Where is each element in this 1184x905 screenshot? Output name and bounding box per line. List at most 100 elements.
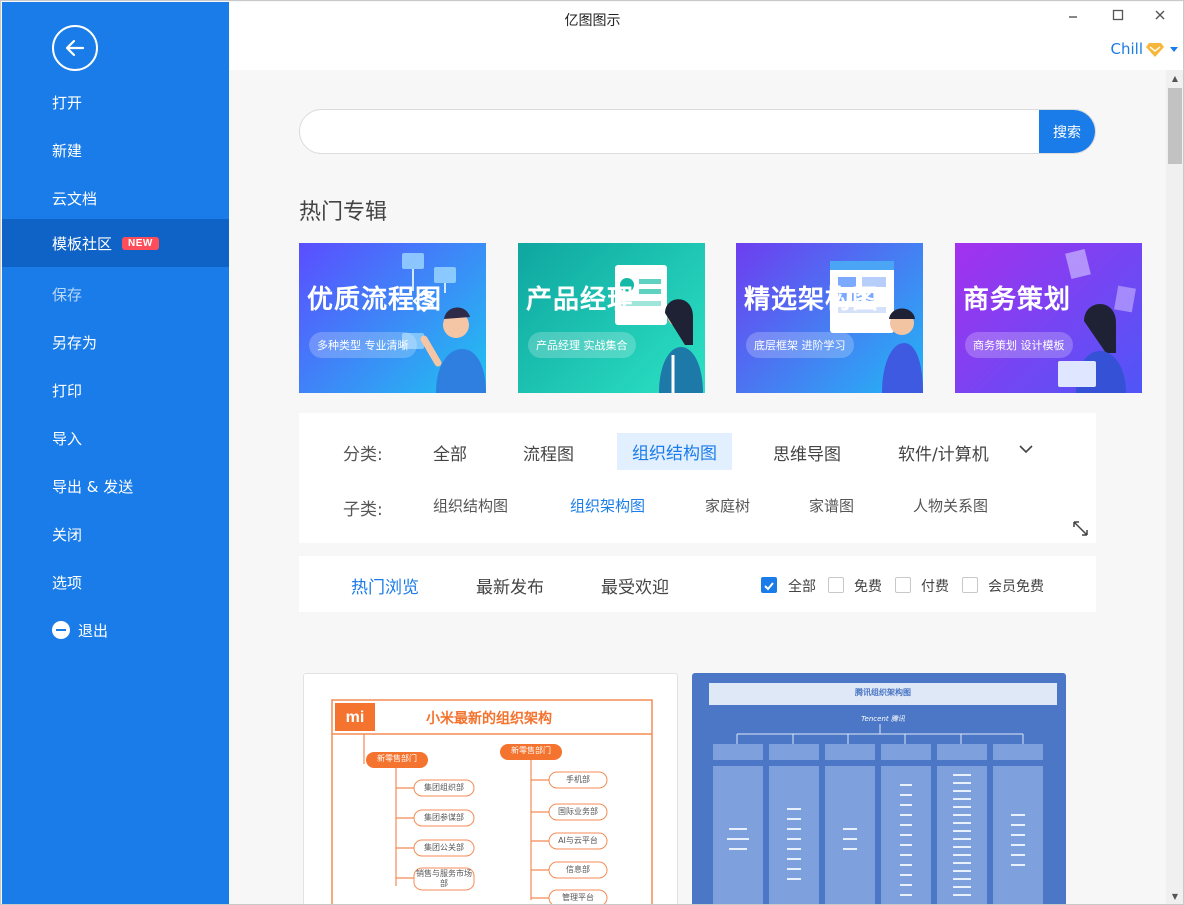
- org-node: 信息部: [566, 865, 590, 874]
- banner-title: 精选架构图: [744, 285, 880, 315]
- template-title: 腾讯组织架构图: [855, 688, 911, 697]
- banner-title: 优质流程图: [307, 285, 443, 315]
- category-all[interactable]: 全部: [433, 440, 467, 465]
- search-box: 搜索: [299, 109, 1096, 154]
- banner-title: 商务策划: [963, 285, 1072, 315]
- category-software[interactable]: 软件/计算机: [898, 440, 989, 465]
- user-name: Chill: [1110, 40, 1143, 58]
- category-mindmap[interactable]: 思维导图: [773, 440, 841, 465]
- featured-banner-business[interactable]: 商务策划 商务策划 设计模板: [955, 243, 1142, 393]
- category-org-chart[interactable]: 组织结构图: [617, 433, 732, 470]
- app-window: 打开 新建 云文档 模板社区 NEW 保存 另存为 打印 导入 导出 & 发送 …: [0, 0, 1184, 905]
- filter-panel: 分类: 全部 流程图 组织结构图 思维导图 软件/计算机 子类: 组织结构图 组…: [299, 413, 1096, 543]
- sidebar-item-print[interactable]: 打印: [2, 366, 229, 414]
- checkbox-member-free[interactable]: [962, 577, 978, 593]
- template-card-tencent[interactable]: 腾讯组织架构图 Tencent 腾讯: [692, 673, 1066, 904]
- sidebar-item-templates[interactable]: 模板社区 NEW: [2, 219, 229, 267]
- sidebar-item-save[interactable]: 保存: [2, 270, 229, 318]
- title-bar: 亿图图示 Chill: [229, 2, 1183, 70]
- subcategory-relationship[interactable]: 人物关系图: [913, 495, 988, 516]
- scrollbar-thumb[interactable]: [1168, 88, 1182, 164]
- featured-banner-flowchart[interactable]: 优质流程图 多种类型 专业清晰: [299, 243, 486, 393]
- chevron-down-icon[interactable]: [1018, 443, 1034, 455]
- subcategory-org-structure[interactable]: 组织结构图: [433, 495, 508, 516]
- checkbox-all[interactable]: [761, 577, 777, 593]
- tab-hot[interactable]: 热门浏览: [351, 573, 419, 598]
- business-illustration: [1058, 248, 1136, 393]
- maximize-icon: [1112, 9, 1124, 21]
- user-menu[interactable]: Chill: [1111, 40, 1178, 58]
- subcategory-label: 子类:: [343, 500, 383, 520]
- org-node: 新零售部门: [511, 746, 551, 755]
- sort-panel: 热门浏览 最新发布 最受欢迎 全部 免费 付费 会员免费: [299, 556, 1096, 612]
- sidebar-item-cloud[interactable]: 云文档: [2, 174, 229, 222]
- template-subtitle: Tencent 腾讯: [861, 715, 905, 723]
- svg-text:mi: mi: [346, 709, 365, 726]
- search-input[interactable]: [300, 110, 1040, 153]
- banner-title: 产品经理: [526, 285, 635, 315]
- sidebar-item-label: 导出 & 发送: [52, 477, 134, 496]
- new-badge: NEW: [122, 236, 159, 250]
- featured-banner-product-manager[interactable]: 产品经理 产品经理 实战集合: [518, 243, 705, 393]
- sidebar-item-label: 退出: [78, 621, 109, 640]
- sidebar-item-label: 另存为: [52, 333, 98, 352]
- scroll-up-icon[interactable]: ▲: [1166, 74, 1183, 83]
- close-icon: [1155, 10, 1165, 20]
- category-label: 分类:: [343, 445, 383, 465]
- banner-subtitle: 底层框架 进阶学习: [746, 332, 854, 358]
- sidebar-item-close[interactable]: 关闭: [2, 510, 229, 558]
- featured-banner-architecture[interactable]: 精选架构图 底层框架 进阶学习: [736, 243, 923, 393]
- subcategory-genealogy[interactable]: 家谱图: [809, 495, 854, 516]
- subcategory-org-architecture[interactable]: 组织架构图: [570, 495, 645, 516]
- org-node: 管理平台: [562, 893, 594, 902]
- sidebar-item-new[interactable]: 新建: [2, 126, 229, 174]
- arrow-left-icon: [65, 39, 85, 57]
- checkbox-paid[interactable]: [895, 577, 911, 593]
- chevron-down-icon: [1170, 46, 1178, 52]
- sidebar-item-export[interactable]: 导出 & 发送: [2, 462, 229, 510]
- sidebar-item-label: 打印: [52, 381, 83, 400]
- sidebar-item-exit[interactable]: 退出: [2, 606, 229, 654]
- backstage-sidebar: 打开 新建 云文档 模板社区 NEW 保存 另存为 打印 导入 导出 & 发送 …: [2, 2, 229, 904]
- checkbox-label: 全部: [788, 579, 816, 595]
- tab-popular[interactable]: 最受欢迎: [601, 573, 669, 598]
- banner-subtitle: 商务策划 设计模板: [965, 332, 1073, 358]
- minimize-icon: [1069, 16, 1077, 18]
- section-title: 热门专辑: [299, 200, 388, 225]
- sidebar-item-label: 模板社区: [52, 234, 113, 253]
- template-thumbnail: [693, 674, 1065, 904]
- category-flowchart[interactable]: 流程图: [523, 440, 574, 465]
- sidebar-item-label: 关闭: [52, 525, 83, 544]
- tab-latest[interactable]: 最新发布: [476, 573, 544, 598]
- org-node: 新零售部门: [377, 754, 417, 763]
- org-node: 销售与服务市场部: [416, 869, 472, 888]
- subcategory-family-tree[interactable]: 家庭树: [705, 495, 750, 516]
- vertical-scrollbar[interactable]: ▲ ▼: [1166, 70, 1183, 904]
- scroll-down-icon[interactable]: ▼: [1166, 892, 1183, 901]
- product-manager-illustration: [615, 265, 703, 393]
- flowchart-illustration: [402, 253, 486, 393]
- sidebar-item-label: 选项: [52, 573, 83, 592]
- sidebar-item-open[interactable]: 打开: [2, 78, 229, 126]
- maximize-button[interactable]: [1106, 6, 1130, 28]
- checkmark-icon: [764, 582, 774, 591]
- org-node: 国际业务部: [558, 807, 598, 816]
- sidebar-item-label: 新建: [52, 141, 83, 160]
- sidebar-item-label: 打开: [52, 93, 83, 112]
- minimize-button[interactable]: [1061, 6, 1085, 28]
- expand-icon[interactable]: [1071, 519, 1090, 538]
- checkbox-label: 付费: [921, 579, 949, 595]
- org-node: 集团公关部: [424, 843, 464, 852]
- sidebar-item-import[interactable]: 导入: [2, 414, 229, 462]
- sidebar-item-options[interactable]: 选项: [2, 558, 229, 606]
- template-card-xiaomi[interactable]: mi 小米最新的组织架构 新零售部门 新零售部门 集团组织部 集团参谋部 集团公…: [303, 673, 678, 904]
- checkbox-free[interactable]: [828, 577, 844, 593]
- back-button[interactable]: [52, 25, 98, 71]
- template-title: 小米最新的组织架构: [426, 711, 552, 727]
- banner-subtitle: 产品经理 实战集合: [528, 332, 636, 358]
- close-button[interactable]: [1148, 6, 1172, 28]
- org-node: 集团组织部: [424, 783, 464, 792]
- sidebar-item-saveas[interactable]: 另存为: [2, 318, 229, 366]
- minus-circle-icon: [52, 621, 70, 639]
- search-button[interactable]: 搜索: [1039, 110, 1095, 153]
